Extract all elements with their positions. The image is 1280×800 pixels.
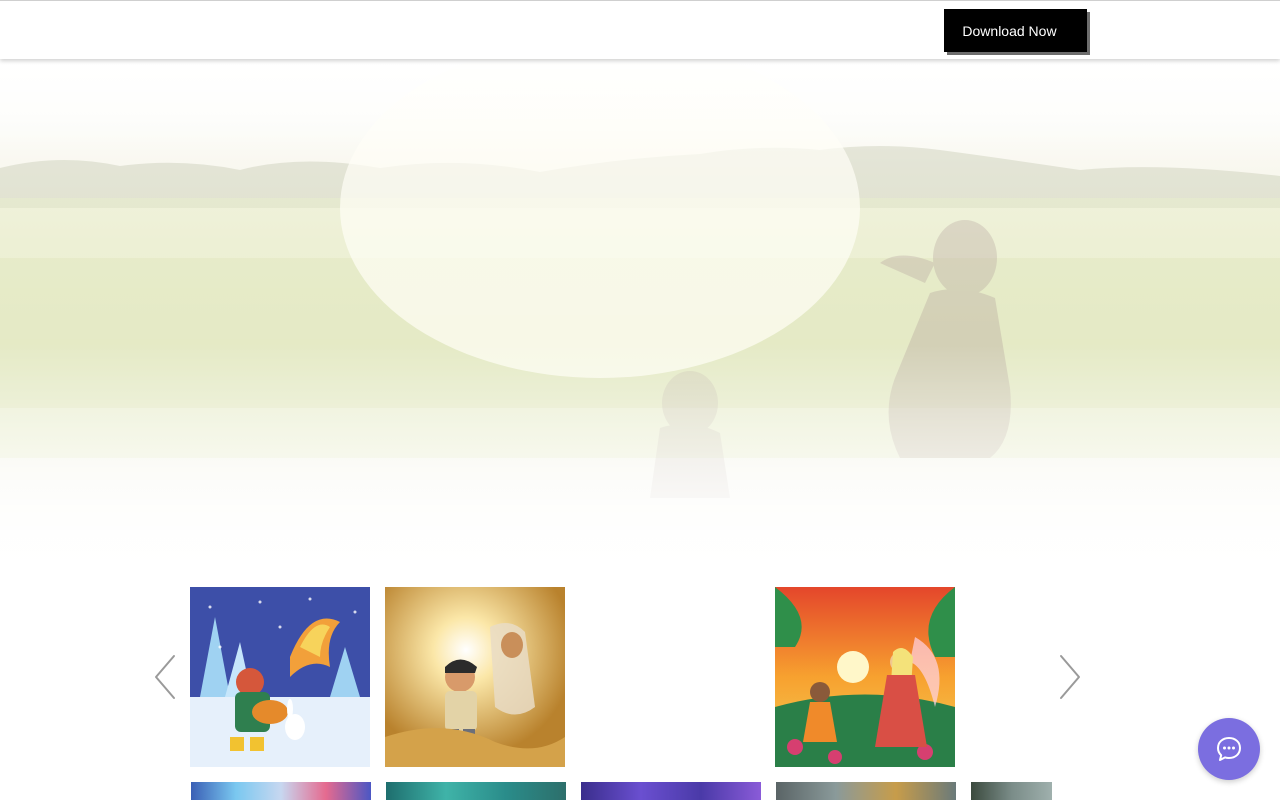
gallery-item-8[interactable] [776,782,956,800]
site-header: Download Now [0,0,1280,59]
gallery-item-7[interactable] [581,782,761,800]
hero-fade-overlay [0,58,1280,578]
gallery-item-9[interactable] [971,782,1052,800]
winter-musician-phoenix-image [190,587,370,767]
girl-and-fairy-sunset-image [775,587,955,767]
gallery-item-5[interactable] [191,782,371,800]
gallery-item-3[interactable] [580,587,760,767]
chevron-right-icon [1058,653,1082,701]
gallery-item-4[interactable] [775,587,955,767]
chat-bubble-icon [1217,737,1241,761]
hero-section [0,58,1280,578]
chevron-left-icon [153,653,177,701]
gallery-next-arrow[interactable] [1055,652,1085,702]
download-now-button[interactable]: Download Now [944,9,1087,52]
glowing-boy-desert-spirit-image [385,587,565,767]
gallery-prev-arrow[interactable] [150,652,180,702]
chat-widget-button[interactable] [1198,718,1260,780]
gallery-item-2[interactable] [385,587,565,767]
story-gallery [150,578,1090,800]
gallery-item-6[interactable] [386,782,566,800]
gallery-item-1[interactable] [190,587,370,767]
